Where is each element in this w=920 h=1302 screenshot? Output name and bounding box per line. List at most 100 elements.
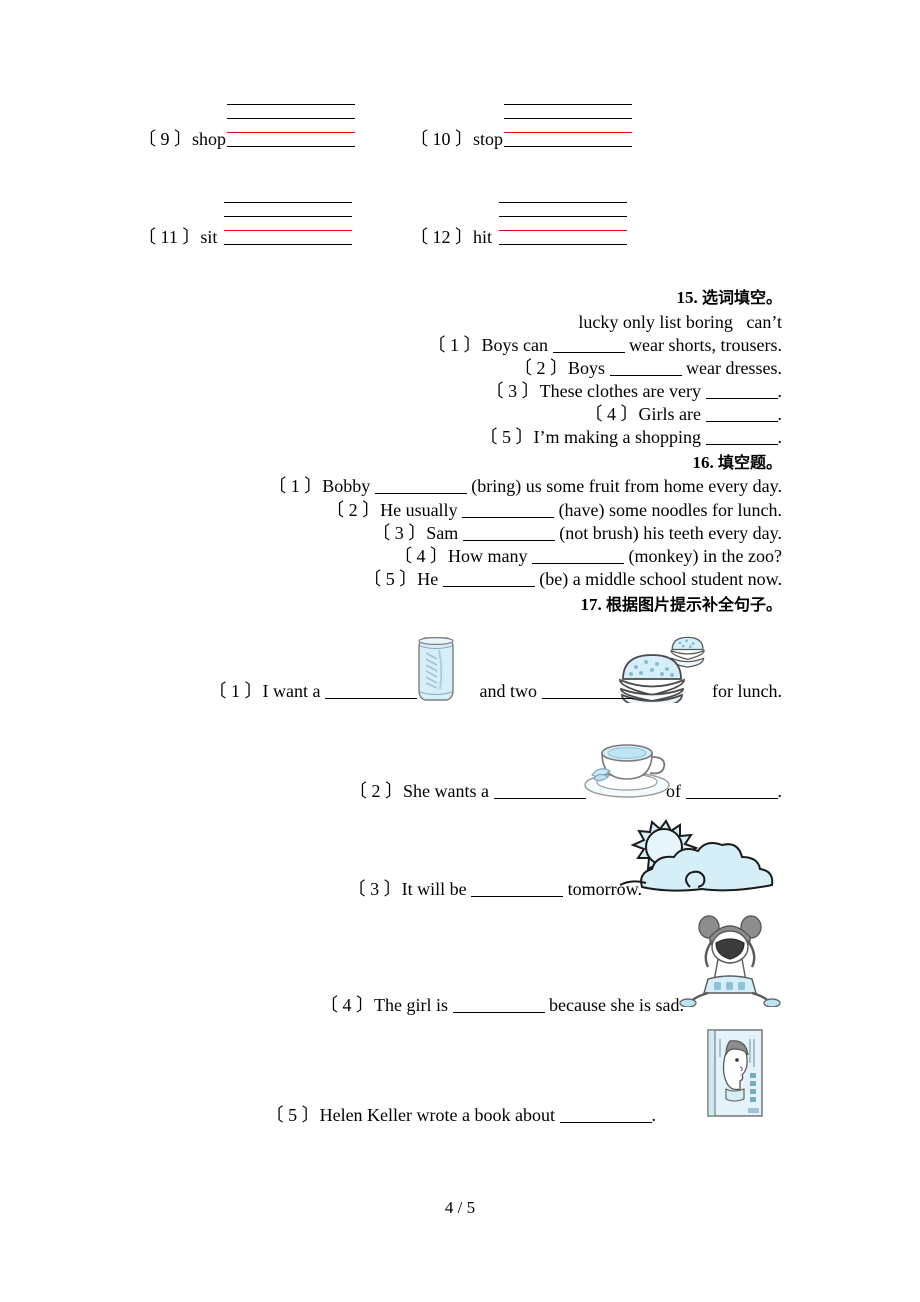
item-number: 〔 4 〕 <box>320 995 375 1016</box>
section-15-title: 选词填空。 <box>701 288 782 307</box>
answer-blank[interactable] <box>559 1122 652 1124</box>
item-text-part1: She wants a <box>403 781 494 802</box>
answer-blank[interactable] <box>493 798 586 800</box>
item-text-part2: . <box>651 1105 657 1126</box>
four-line-guide[interactable] <box>499 202 628 248</box>
section-15-item-2: 〔 2 〕Boys wear dresses. <box>138 357 782 380</box>
section-17-item-5: 〔 5 〕Helen Keller wrote a book about . <box>138 1025 782 1137</box>
answer-blank[interactable] <box>705 420 778 422</box>
item-text-before: Girls are <box>638 403 706 424</box>
item-number: 〔 1 〕 <box>268 476 323 497</box>
item-text-before: These clothes are very <box>539 380 706 401</box>
item-text-after: (be) a middle school student now. <box>534 568 782 589</box>
answer-blank[interactable] <box>374 493 467 495</box>
item-text-part2: and two <box>475 681 542 702</box>
item-text-before: Sam <box>426 522 463 543</box>
answer-blank[interactable] <box>705 397 778 399</box>
item-number: 〔 3 〕 <box>372 522 427 543</box>
worksheet-page: 〔 9 〕shop 〔 10 〕stop 〔 11 〕sit 〔 12 〕hit… <box>0 0 920 1302</box>
section-15-word-bank: lucky only list boring can’t <box>578 311 782 332</box>
item-number: 〔 5 〕 <box>363 568 418 589</box>
section-15-number: 15. <box>676 288 698 307</box>
item-text-part1: I want a <box>262 681 326 702</box>
section-16-item-1: 〔 1 〕Bobby (bring) us some fruit from ho… <box>138 475 782 498</box>
section-15-item-1: 〔 1 〕Boys can wear shorts, trousers. <box>138 334 782 357</box>
handwriting-guide-row-1: 〔 9 〕shop 〔 10 〕stop <box>138 104 782 176</box>
section-17-title: 根据图片提示补全句子。 <box>605 594 782 614</box>
section-16-item-2: 〔 2 〕He usually (have) some noodles for … <box>138 499 782 522</box>
item-text-after: . <box>777 403 783 424</box>
answer-blank[interactable] <box>471 896 564 898</box>
four-line-guide[interactable] <box>227 104 356 150</box>
item-text-before: How many <box>448 545 533 566</box>
item-text-after: (monkey) in the zoo? <box>624 545 782 566</box>
handwriting-guide-item-11: 〔 11 〕sit <box>138 202 353 248</box>
item-text-after: wear shorts, trousers. <box>624 334 782 355</box>
item-text-before: Boys can <box>481 334 553 355</box>
item-text-after: (bring) us some fruit from home every da… <box>466 476 782 497</box>
item-text-before: Bobby <box>322 476 375 497</box>
handwriting-guide-label: 〔 10 〕stop <box>410 129 504 149</box>
item-text-part1: Helen Keller wrote a book about <box>319 1105 560 1126</box>
page-footer: 4 / 5 <box>444 1198 476 1217</box>
handwriting-guide-item-9: 〔 9 〕shop <box>138 104 356 150</box>
answer-blank[interactable] <box>462 516 555 518</box>
item-text-before: He <box>417 568 443 589</box>
item-text-after: wear dresses. <box>681 357 782 378</box>
handwriting-guide-item-10: 〔 10 〕stop <box>410 104 633 150</box>
answer-blank[interactable] <box>462 539 555 541</box>
item-text-part2: of <box>661 781 686 802</box>
book-cover-illustration <box>700 1027 770 1127</box>
item-text-before: I’m making a shopping <box>533 426 706 447</box>
section-16-title: 填空题。 <box>717 452 782 472</box>
handwriting-guide-label: 〔 12 〕hit <box>410 227 493 247</box>
section-17-item-4: 〔 4 〕The girl is because she is sad. <box>138 909 782 1025</box>
section-17-item-1: 〔 1 〕I want a and two for lunch. <box>138 617 782 713</box>
section-17-number: 17. <box>580 594 602 614</box>
four-line-guide[interactable] <box>504 104 633 150</box>
crying-girl-illustration <box>678 911 782 1013</box>
item-number: 〔 3 〕 <box>485 380 540 401</box>
item-text-before: He usually <box>380 499 463 520</box>
section-15-item-4: 〔 4 〕Girls are . <box>138 403 782 426</box>
handwriting-guide-label: 〔 11 〕sit <box>138 227 218 247</box>
section-15-item-3: 〔 3 〕These clothes are very . <box>138 380 782 403</box>
item-text-part3: . <box>777 781 783 802</box>
section-17-heading: 17. 根据图片提示补全句子。 <box>138 593 782 618</box>
answer-blank[interactable] <box>609 374 682 376</box>
item-text-after: (have) some noodles for lunch. <box>554 499 782 520</box>
item-text-part2: because she is sad. <box>544 995 684 1016</box>
answer-blank[interactable] <box>552 351 625 353</box>
item-number: 〔 1 〕 <box>427 334 482 355</box>
item-text-after: (not brush) his teeth every day. <box>554 522 782 543</box>
item-number: 〔 2 〕 <box>349 781 404 802</box>
item-number: 〔 3 〕 <box>347 879 402 900</box>
answer-blank[interactable] <box>452 1012 545 1014</box>
answer-blank[interactable] <box>685 798 778 800</box>
item-text-after: . <box>777 380 783 401</box>
answer-blank[interactable] <box>705 443 778 445</box>
handwriting-guide-label: 〔 9 〕shop <box>138 129 227 149</box>
item-text-part1: The girl is <box>374 995 453 1016</box>
item-number: 〔 2 〕 <box>326 499 381 520</box>
section-16-item-4: 〔 4 〕How many (monkey) in the zoo? <box>138 545 782 568</box>
item-number: 〔 2 〕 <box>514 357 569 378</box>
four-line-guide[interactable] <box>224 202 353 248</box>
item-number: 〔 4 〕 <box>394 545 449 566</box>
handwriting-guide-item-12: 〔 12 〕hit <box>410 202 628 248</box>
answer-blank[interactable] <box>541 698 634 700</box>
handwriting-guide-row-2: 〔 11 〕sit 〔 12 〕hit <box>138 202 782 274</box>
section-17-item-2: 〔 2 〕She wants a of . <box>138 713 782 811</box>
item-text-part3: for lunch. <box>707 681 782 702</box>
item-number: 〔 5 〕 <box>265 1105 320 1126</box>
section-17-item-3: 〔 3 〕It will be tomorrow. <box>138 811 782 909</box>
item-text-part2: tomorrow. <box>563 879 642 900</box>
answer-blank[interactable] <box>532 562 625 564</box>
answer-blank[interactable] <box>325 698 418 700</box>
content-column: 〔 9 〕shop 〔 10 〕stop 〔 11 〕sit 〔 12 〕hit… <box>138 0 782 1137</box>
answer-blank[interactable] <box>442 585 535 587</box>
section-15-heading: 15. 选词填空。 <box>138 286 782 311</box>
section-16-number: 16. <box>692 452 714 472</box>
item-number: 〔 4 〕 <box>584 403 639 424</box>
item-text-after: . <box>777 426 783 447</box>
